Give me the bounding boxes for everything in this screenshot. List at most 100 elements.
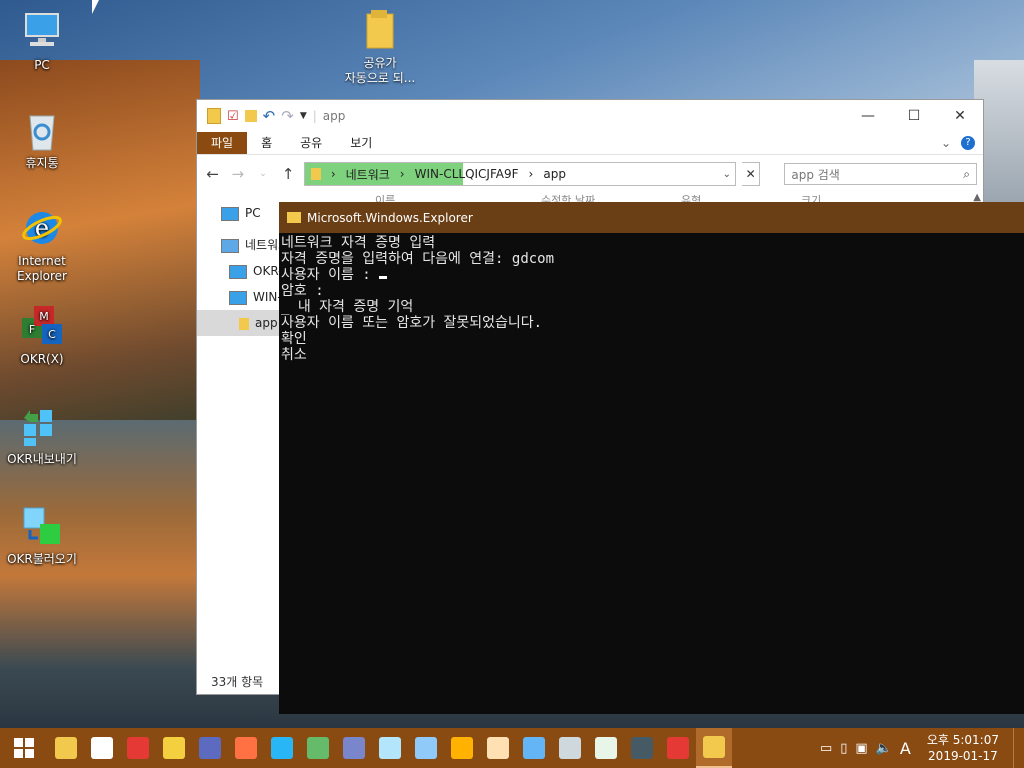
network-folder-icon — [239, 317, 249, 330]
nav-item-pc[interactable]: PC — [197, 200, 281, 226]
desktop-icon-label: Internet Explorer — [17, 254, 67, 283]
internet-explorer-icon: e — [20, 206, 64, 250]
console-line-ok[interactable]: 확인 — [281, 331, 1022, 347]
minimize-icon[interactable]: — — [845, 108, 891, 124]
desktop-icon-label: OKR(X) — [20, 352, 64, 366]
undo-icon[interactable]: ↶ — [263, 107, 276, 125]
text-cursor — [379, 276, 388, 279]
recent-chevron-icon[interactable]: ⌄ — [253, 169, 272, 179]
svg-text:M: M — [39, 310, 49, 323]
breadcrumb-app[interactable]: app — [543, 167, 566, 181]
desktop-icon-pc[interactable]: PC — [2, 10, 82, 73]
taskbar-app[interactable] — [696, 728, 732, 768]
console-line-remember[interactable]: _ 내 자격 증명 기억 — [281, 299, 1022, 315]
window-controls: — ☐ ✕ — [845, 108, 983, 124]
explorer-titlebar: ☑ ↶ ↷ ▼ | app — ☐ ✕ — [197, 100, 983, 132]
address-row: ← → ⌄ ↑ › 네트워크 › WIN-CLLQICJFA9F › app ⌄… — [197, 155, 983, 193]
search-icon[interactable]: ⌕ — [963, 167, 970, 182]
breadcrumb: › 네트워크 › WIN-CLLQICJFA9F › app — [305, 166, 566, 183]
nav-item-okr[interactable]: OKR- — [197, 258, 281, 284]
clock[interactable]: 오후 5:01:07 2019-01-17 — [927, 732, 999, 764]
taskbar-app[interactable] — [228, 728, 264, 768]
start-button[interactable] — [0, 728, 48, 768]
desktop-folder-shared[interactable]: 공유가 자동으로 되... — [340, 10, 420, 86]
volume-icon[interactable]: 🔈 — [876, 741, 892, 756]
taskbar-app[interactable] — [552, 728, 588, 768]
desktop-icon-okr-import[interactable]: OKR불러오기 — [2, 504, 82, 567]
player-icon — [163, 737, 185, 759]
new-folder-icon[interactable] — [244, 110, 257, 122]
tab-home[interactable]: 홈 — [247, 132, 286, 154]
taskbar-apps — [48, 728, 732, 768]
document-icon — [379, 737, 401, 759]
tab-share[interactable]: 공유 — [286, 132, 336, 154]
laptop-icon — [523, 737, 545, 759]
desktop-icon-okr-export[interactable]: OKR내보내기 — [2, 404, 82, 467]
network-status-icon[interactable]: ▣ — [855, 741, 867, 756]
breadcrumb-network[interactable]: 네트워크 — [346, 166, 390, 183]
folder-label-line2: 자동으로 되... — [344, 71, 416, 85]
desktop-icon-okr[interactable]: FMC OKR(X) — [2, 304, 82, 367]
taskbar-app[interactable] — [192, 728, 228, 768]
taskbar-app[interactable] — [660, 728, 696, 768]
network-folder-icon — [310, 168, 321, 180]
nav-item-network[interactable]: 네트워크 — [197, 232, 281, 258]
console-line-password[interactable]: 암호 : — [281, 283, 1022, 299]
nav-item-win[interactable]: WIN- — [197, 284, 281, 310]
taskbar-app[interactable] — [516, 728, 552, 768]
desktop-icon[interactable]: ▭ — [820, 741, 832, 756]
taskbar-app[interactable] — [300, 728, 336, 768]
help-icon[interactable]: ? — [961, 136, 975, 150]
desktop-icon-internet-explorer[interactable]: e Internet Explorer — [2, 206, 82, 284]
search-input[interactable]: app 검색 ⌕ — [784, 163, 977, 185]
taskbar-app[interactable] — [408, 728, 444, 768]
taskbar-app[interactable] — [156, 728, 192, 768]
properties-icon[interactable]: ☑ — [227, 109, 239, 124]
tab-file[interactable]: 파일 — [197, 132, 248, 154]
computer-icon — [229, 264, 247, 279]
customize-qa-icon[interactable]: ▼ — [300, 111, 307, 121]
show-desktop-button[interactable] — [1013, 728, 1020, 768]
anydesk-icon — [127, 737, 149, 759]
usb-icon[interactable]: ▯ — [840, 741, 847, 756]
address-dropdown-icon[interactable]: ⌄ — [723, 169, 735, 180]
address-bar[interactable]: › 네트워크 › WIN-CLLQICJFA9F › app ⌄ — [303, 162, 737, 186]
back-arrow-icon[interactable]: ← — [203, 165, 222, 183]
taskbar-app[interactable] — [480, 728, 516, 768]
desktop-icon-label: OKR불러오기 — [7, 552, 77, 566]
maximize-icon[interactable]: ☐ — [891, 108, 937, 124]
redo-icon[interactable]: ↷ — [281, 107, 294, 125]
desktop-icon-recycle-bin[interactable]: 휴지통 — [2, 108, 82, 171]
console-line-username[interactable]: 사용자 이름 : — [281, 267, 1022, 283]
taskbar-app[interactable] — [588, 728, 624, 768]
up-arrow-icon[interactable]: ↑ — [279, 165, 298, 183]
close-icon[interactable]: ✕ — [937, 108, 983, 124]
windows-logo-icon — [14, 738, 34, 758]
taskbar-app[interactable] — [264, 728, 300, 768]
tab-view[interactable]: 보기 — [336, 132, 386, 154]
network-icon — [221, 238, 239, 253]
pc-icon — [221, 206, 239, 221]
clear-address-icon[interactable]: ✕ — [742, 162, 761, 186]
remote-icon — [343, 737, 365, 759]
taskbar-app[interactable] — [372, 728, 408, 768]
nav-label: WIN- — [253, 290, 281, 304]
taskbar-app[interactable] — [336, 728, 372, 768]
taskbar-app[interactable] — [84, 728, 120, 768]
breadcrumb-server[interactable]: WIN-CLLQICJFA9F — [415, 167, 519, 181]
clock-date: 2019-01-17 — [928, 749, 998, 763]
taskbar-app[interactable] — [624, 728, 660, 768]
console-line-cancel[interactable]: 취소 — [281, 347, 1022, 363]
ime-indicator[interactable]: A — [900, 739, 911, 758]
close-app-icon — [667, 737, 689, 759]
folder-label-line1: 공유가 — [363, 56, 397, 70]
chevron-down-icon[interactable]: ⌄ — [941, 136, 951, 150]
forward-arrow-icon[interactable]: → — [228, 165, 247, 183]
console-output[interactable]: 네트워크 자격 증명 입력 자격 증명을 입력하여 다음에 연결: gdcom 사용… — [279, 233, 1024, 365]
desktop-icon-label: OKR내보내기 — [7, 452, 77, 466]
taskbar-app[interactable] — [48, 728, 84, 768]
navigation-pane: PC 네트워크 OKR- WIN- app — [197, 200, 281, 674]
taskbar-app[interactable] — [444, 728, 480, 768]
taskbar-app[interactable] — [120, 728, 156, 768]
nav-item-app[interactable]: app — [197, 310, 281, 336]
